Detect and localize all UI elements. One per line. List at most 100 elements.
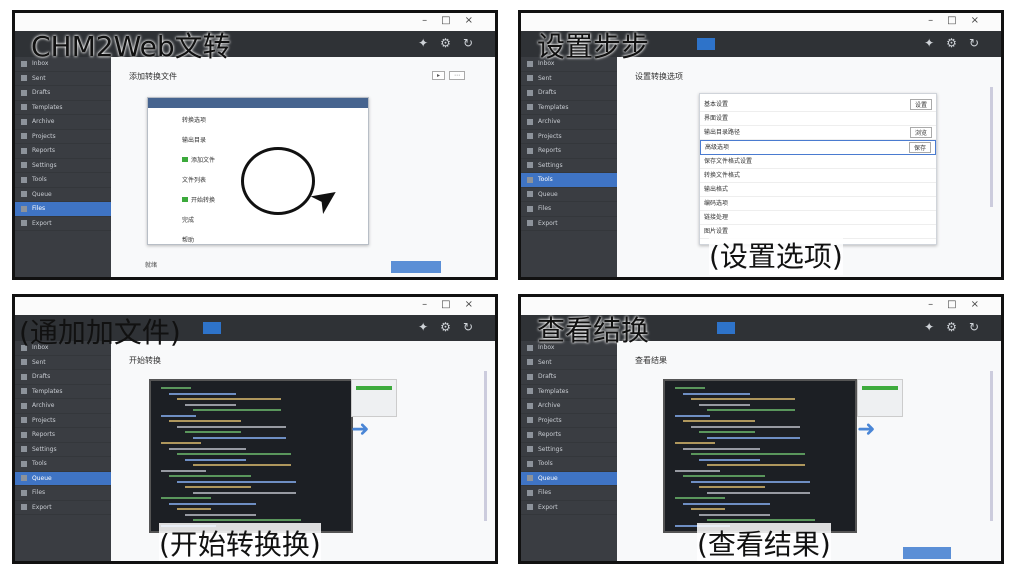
dialog-row[interactable]: 帮助 bbox=[178, 234, 368, 245]
sidebar-item[interactable]: Settings bbox=[521, 443, 617, 457]
option-button[interactable]: 设置 bbox=[909, 99, 932, 110]
next-button[interactable] bbox=[391, 261, 441, 273]
window-controls[interactable]: –□× bbox=[422, 299, 487, 310]
sidebar-item-label: Projects bbox=[538, 416, 562, 424]
sidebar-item[interactable]: Archive bbox=[15, 399, 111, 414]
sidebar-item[interactable]: Export bbox=[15, 501, 111, 515]
sidebar-item[interactable]: Projects bbox=[521, 414, 617, 428]
sidebar-item[interactable]: Settings bbox=[15, 159, 111, 173]
sidebar-item[interactable]: Projects bbox=[15, 130, 111, 144]
finish-button[interactable] bbox=[903, 547, 951, 559]
step-caption: (开始转换换) bbox=[159, 523, 321, 561]
sidebar-item[interactable]: Drafts bbox=[521, 370, 617, 385]
sidebar-item[interactable]: Templates bbox=[521, 101, 617, 115]
sidebar-item[interactable]: Archive bbox=[521, 399, 617, 414]
sidebar-item[interactable]: Settings bbox=[521, 159, 617, 173]
sidebar-item-label: Queue bbox=[538, 474, 558, 482]
sidebar-item[interactable]: Sent bbox=[15, 72, 111, 86]
sidebar-item[interactable]: Drafts bbox=[15, 370, 111, 385]
dialog-row-label: 添加文件 bbox=[191, 157, 216, 164]
sidebar-item-label: Export bbox=[32, 219, 52, 227]
sidebar-item[interactable]: Archive bbox=[15, 115, 111, 130]
window-controls[interactable]: –□× bbox=[928, 299, 993, 310]
scrollbar[interactable] bbox=[990, 371, 993, 521]
option-row[interactable]: 输出格式 bbox=[700, 183, 936, 197]
dialog-row[interactable]: 输出目录 bbox=[178, 134, 368, 145]
sidebar-item[interactable]: Sent bbox=[15, 356, 111, 370]
option-row[interactable]: 转换文件格式 bbox=[700, 169, 936, 183]
sidebar-item[interactable]: Projects bbox=[15, 414, 111, 428]
sidebar-item[interactable]: Sent bbox=[521, 72, 617, 86]
toolbar-active-button[interactable] bbox=[203, 322, 221, 334]
window-controls[interactable]: –□× bbox=[422, 15, 487, 26]
header-actions[interactable]: ▸ ⋯ bbox=[428, 71, 465, 80]
sidebar-item-label: Templates bbox=[32, 387, 63, 395]
sidebar-item[interactable]: Sent bbox=[521, 356, 617, 370]
header-button[interactable]: ⋯ bbox=[449, 71, 465, 80]
sidebar-item[interactable]: Drafts bbox=[15, 86, 111, 101]
sidebar-item[interactable]: Export bbox=[521, 501, 617, 515]
sidebar-item[interactable]: Reports bbox=[521, 144, 617, 159]
sidebar-item[interactable]: Tools bbox=[521, 457, 617, 472]
step-panel-3: –□× ✦⚙↻ Inbox Sent Drafts Templates Archive P… bbox=[12, 294, 498, 564]
toolbar-icons[interactable]: ✦⚙↻ bbox=[924, 36, 991, 50]
sidebar-item-icon bbox=[527, 388, 533, 394]
sidebar-item[interactable]: Templates bbox=[15, 385, 111, 399]
options-dialog: 基本设置 设置 界面设置 输出目录路径 浏览高级选项 保存保存文件格式设置 转换文件格式输出… bbox=[699, 93, 937, 245]
toolbar-icons[interactable]: ✦⚙↻ bbox=[924, 320, 991, 334]
sidebar-item[interactable]: Tools bbox=[15, 173, 111, 188]
sidebar-item[interactable]: Reports bbox=[15, 428, 111, 443]
toolbar-active-button[interactable] bbox=[717, 322, 735, 334]
dialog-row-label: 帮助 bbox=[182, 237, 195, 244]
sidebar-item[interactable]: Templates bbox=[15, 101, 111, 115]
step-panel-4: –□× ✦⚙↻ Inbox Sent Drafts Templates Archive P… bbox=[518, 294, 1004, 564]
sidebar-item[interactable]: Files bbox=[521, 486, 617, 501]
sidebar-item[interactable]: Export bbox=[15, 217, 111, 231]
option-row[interactable]: 编码选项 bbox=[700, 197, 936, 211]
option-row[interactable]: 界面设置 bbox=[700, 112, 936, 126]
sidebar-item-icon bbox=[21, 118, 27, 125]
scrollbar[interactable] bbox=[990, 87, 993, 207]
sidebar-item[interactable]: Tools bbox=[15, 457, 111, 472]
sidebar-item[interactable]: Reports bbox=[521, 428, 617, 443]
sidebar-item[interactable]: Templates bbox=[521, 385, 617, 399]
sidebar-item[interactable]: Files bbox=[521, 202, 617, 217]
sidebar-item[interactable]: Queue bbox=[521, 471, 617, 486]
option-row[interactable]: 输出目录路径 浏览 bbox=[700, 126, 936, 140]
dialog-row[interactable]: 完成 bbox=[178, 214, 368, 225]
sidebar-item[interactable]: Drafts bbox=[521, 86, 617, 101]
sidebar-item-icon bbox=[527, 162, 533, 168]
code-line bbox=[177, 480, 296, 483]
sidebar-item[interactable]: Queue bbox=[15, 471, 111, 486]
option-row[interactable]: 保存文件格式设置 bbox=[700, 155, 936, 169]
option-row[interactable]: 链接处理 bbox=[700, 211, 936, 225]
sidebar-item[interactable]: Export bbox=[521, 217, 617, 231]
sidebar: Inbox Sent Drafts Templates Archive Projects R… bbox=[15, 341, 111, 561]
sidebar-item[interactable]: Queue bbox=[15, 188, 111, 202]
option-button[interactable]: 浏览 bbox=[909, 127, 932, 138]
sidebar-item[interactable]: Queue bbox=[521, 188, 617, 202]
option-row-label: 输出格式 bbox=[704, 186, 729, 193]
sidebar-item-label: Projects bbox=[32, 132, 56, 140]
code-line bbox=[177, 398, 281, 400]
window-controls[interactable]: –□× bbox=[928, 15, 993, 26]
option-row[interactable]: 高级选项 保存 bbox=[700, 140, 936, 155]
option-button[interactable]: 保存 bbox=[908, 142, 931, 153]
toolbar-icons[interactable]: ✦⚙↻ bbox=[418, 36, 485, 50]
scrollbar[interactable] bbox=[484, 371, 487, 521]
sidebar-item[interactable]: Files bbox=[15, 486, 111, 501]
sidebar-item[interactable]: Settings bbox=[15, 443, 111, 457]
option-row-label: 高级选项 bbox=[705, 144, 730, 151]
sidebar-item[interactable]: Reports bbox=[15, 144, 111, 159]
sidebar-item[interactable]: Files bbox=[15, 202, 111, 217]
code-line bbox=[707, 491, 810, 494]
option-row[interactable]: 基本设置 设置 bbox=[700, 98, 936, 112]
sidebar-item[interactable]: Tools bbox=[521, 173, 617, 188]
sidebar-item-icon bbox=[21, 191, 27, 197]
sidebar-item[interactable]: Projects bbox=[521, 130, 617, 144]
dialog-row[interactable]: 转换选项 bbox=[178, 114, 368, 125]
header-button[interactable]: ▸ bbox=[431, 71, 445, 80]
toolbar-active-button[interactable] bbox=[697, 38, 715, 50]
toolbar-icons[interactable]: ✦⚙↻ bbox=[418, 320, 485, 334]
sidebar-item[interactable]: Archive bbox=[521, 115, 617, 130]
